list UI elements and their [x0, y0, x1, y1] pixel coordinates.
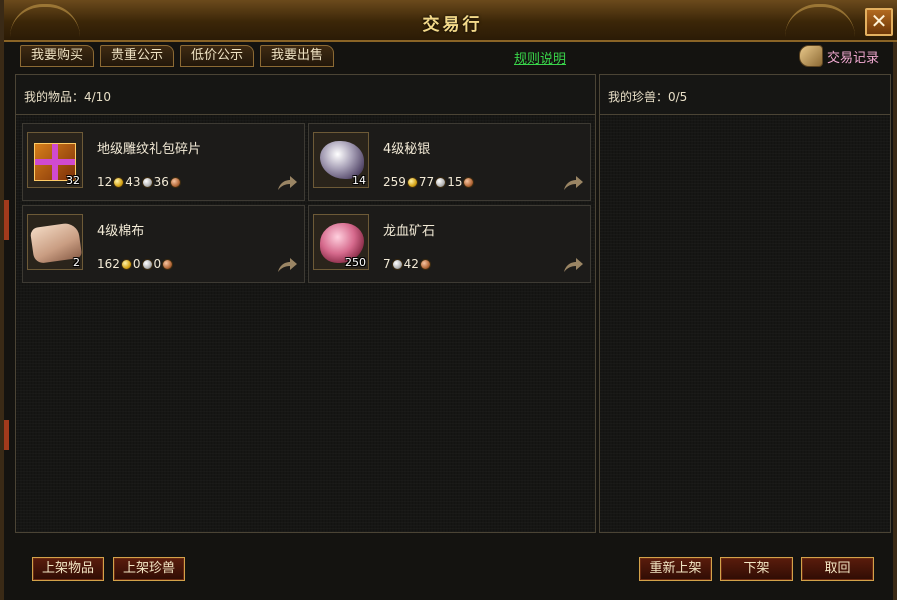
trade-window: 交易行 ✕ 我要购买 贵重公示 低价公示 我要出售 规则说明 交易记录 我的物品… [0, 0, 897, 600]
item-card[interactable]: 14 4级秘银 259 77 15 [308, 123, 591, 201]
rules-link[interactable]: 规则说明 [514, 48, 566, 67]
item-card[interactable]: 32 地级雕纹礼包碎片 12 43 36 [22, 123, 305, 201]
tab-valuable-notice[interactable]: 贵重公示 [100, 45, 175, 67]
left-edge-decoration [4, 420, 9, 450]
silver-coin-icon [391, 258, 403, 270]
price-copper: 36 [153, 175, 169, 189]
item-slot[interactable]: 32 [27, 132, 83, 188]
silver-coin-icon [141, 176, 153, 188]
share-arrow-icon[interactable] [562, 256, 584, 274]
gold-coin-icon [113, 176, 125, 188]
item-quantity: 250 [345, 256, 366, 269]
price-copper: 0 [153, 257, 162, 271]
tab-buy[interactable]: 我要购买 [20, 45, 95, 67]
price-silver: 0 [132, 257, 141, 271]
silver-coin-icon [141, 258, 153, 270]
my-pets-list [600, 115, 890, 532]
my-items-header: 我的物品：4/10 [16, 75, 595, 115]
price-copper: 42 [403, 257, 419, 271]
trade-log-button[interactable]: 交易记录 [798, 45, 879, 67]
list-pet-button[interactable]: 上架珍兽 [113, 557, 185, 581]
item-name: 4级棉布 [97, 224, 145, 239]
item-name: 地级雕纹礼包碎片 [97, 142, 202, 157]
copper-coin-icon [419, 258, 431, 270]
share-arrow-icon[interactable] [276, 256, 298, 274]
share-arrow-icon[interactable] [276, 174, 298, 192]
copper-coin-icon [162, 258, 174, 270]
title-bar: 交易行 ✕ [4, 0, 897, 42]
tab-lowprice-notice[interactable]: 低价公示 [180, 45, 255, 67]
item-name: 4级秘银 [383, 142, 431, 157]
relist-button[interactable]: 重新上架 [639, 557, 712, 581]
item-slot[interactable]: 2 [27, 214, 83, 270]
item-card[interactable]: 250 龙血矿石 7 42 [308, 205, 591, 283]
my-items-list: 32 地级雕纹礼包碎片 12 43 36 14 4级秘银 259 77 15 2… [16, 115, 595, 532]
copper-coin-icon [169, 176, 181, 188]
tab-bar: 我要购买 贵重公示 低价公示 我要出售 [20, 45, 335, 67]
my-pets-header: 我的珍兽：0/5 [600, 75, 890, 115]
left-edge-decoration [4, 200, 9, 240]
gold-coin-icon [406, 176, 418, 188]
item-price: 162 0 0 [97, 257, 174, 271]
my-items-panel: 我的物品：4/10 32 地级雕纹礼包碎片 12 43 36 14 4级秘银 2… [15, 74, 596, 533]
window-title: 交易行 [422, 15, 483, 35]
gold-coin-icon [120, 258, 132, 270]
retrieve-button[interactable]: 取回 [801, 557, 874, 581]
tab-sell[interactable]: 我要出售 [260, 45, 335, 67]
close-button[interactable]: ✕ [865, 8, 893, 36]
price-silver: 7 [383, 257, 391, 271]
trade-log-label: 交易记录 [826, 50, 879, 66]
item-quantity: 14 [352, 174, 366, 187]
item-price: 12 43 36 [97, 175, 182, 189]
price-gold: 12 [97, 175, 113, 189]
list-item-button[interactable]: 上架物品 [32, 557, 104, 581]
silver-coin-icon [435, 176, 447, 188]
item-quantity: 2 [73, 256, 80, 269]
item-slot[interactable]: 250 [313, 214, 369, 270]
item-slot[interactable]: 14 [313, 132, 369, 188]
item-name: 龙血矿石 [383, 224, 436, 239]
scroll-icon [798, 45, 823, 67]
share-arrow-icon[interactable] [562, 174, 584, 192]
price-gold: 259 [383, 175, 406, 189]
my-pets-panel: 我的珍兽：0/5 [599, 74, 891, 533]
price-gold: 162 [97, 257, 120, 271]
price-silver: 77 [418, 175, 435, 189]
item-quantity: 32 [66, 174, 80, 187]
item-price: 259 77 15 [383, 175, 475, 189]
copper-coin-icon [463, 176, 475, 188]
price-silver: 43 [125, 175, 141, 189]
item-card[interactable]: 2 4级棉布 162 0 0 [22, 205, 305, 283]
price-copper: 15 [447, 175, 463, 189]
delist-button[interactable]: 下架 [720, 557, 793, 581]
item-price: 7 42 [383, 257, 432, 271]
